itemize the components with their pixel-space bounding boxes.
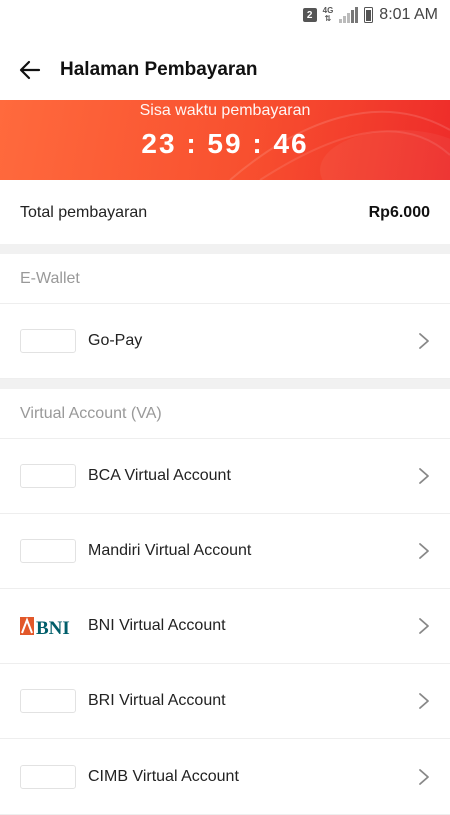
payment-option-label: Mandiri Virtual Account	[88, 542, 252, 559]
section-header-virtual-account: Virtual Account (VA)	[0, 389, 450, 439]
mandiri-logo	[20, 539, 76, 563]
bca-logo	[20, 464, 76, 488]
payment-option-mandiri[interactable]: Mandiri Virtual Account	[0, 514, 450, 589]
countdown-value: 23 : 59 : 46	[141, 128, 309, 159]
cimb-logo	[20, 765, 76, 789]
chevron-right-icon	[419, 468, 429, 484]
page-title: Halaman Pembayaran	[60, 59, 258, 80]
back-button[interactable]	[16, 56, 44, 84]
status-bar: 2 4G ⇅ 8:01 AM	[0, 0, 450, 30]
chevron-right-icon	[419, 693, 429, 709]
bni-logo-text: BNI	[36, 618, 70, 638]
chevron-right-icon	[419, 333, 429, 349]
countdown-label: Sisa waktu pembayaran	[139, 102, 311, 119]
gopay-logo	[20, 329, 76, 353]
payment-option-bni[interactable]: BNI BNI Virtual Account	[0, 589, 450, 664]
chevron-right-icon	[419, 543, 429, 559]
payment-countdown-banner: Sisa waktu pembayaran 23 : 59 : 46	[0, 100, 450, 180]
bri-logo	[20, 689, 76, 713]
bni-logo-mark: BNI	[20, 617, 70, 638]
payment-option-bri[interactable]: BRI Virtual Account	[0, 664, 450, 739]
sim-slot-badge: 2	[302, 8, 317, 22]
section-header-ewallet: E-Wallet	[0, 254, 450, 304]
payment-option-label: Go-Pay	[88, 332, 143, 349]
section-divider	[0, 244, 450, 254]
payment-option-label: BCA Virtual Account	[88, 467, 231, 484]
network-type-indicator: 4G ⇅	[323, 7, 334, 23]
total-payment-row: Total pembayaran Rp6.000	[0, 182, 450, 244]
payment-option-label: BNI Virtual Account	[88, 617, 226, 634]
chevron-right-icon	[419, 769, 429, 785]
payment-option-cimb[interactable]: CIMB Virtual Account	[0, 740, 450, 815]
battery-icon	[364, 7, 374, 23]
app-bar: Halaman Pembayaran	[0, 42, 450, 98]
chevron-right-icon	[419, 618, 429, 634]
payment-option-label: CIMB Virtual Account	[88, 768, 239, 785]
total-payment-label: Total pembayaran	[20, 204, 148, 221]
total-payment-amount: Rp6.000	[368, 204, 430, 221]
data-arrows-icon: ⇅	[324, 14, 332, 23]
section-divider	[0, 379, 450, 389]
signal-strength-icon	[339, 7, 359, 23]
arrow-left-icon	[19, 60, 41, 80]
bni-logo: BNI	[20, 614, 76, 638]
payment-option-gopay[interactable]: Go-Pay	[0, 304, 450, 379]
status-time: 8:01 AM	[379, 6, 438, 23]
payment-option-bca[interactable]: BCA Virtual Account	[0, 439, 450, 514]
payment-option-label: BRI Virtual Account	[88, 692, 226, 709]
